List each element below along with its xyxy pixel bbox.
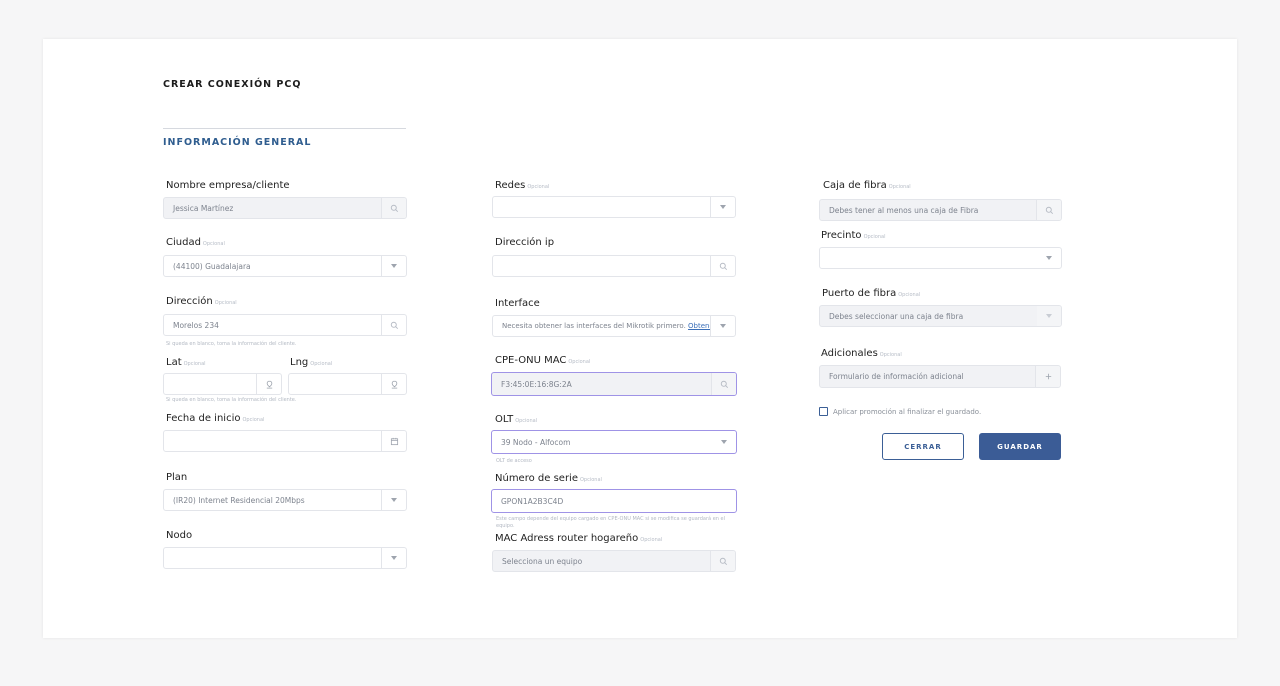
olt-value: 39 Nodo - Alfocom: [501, 437, 571, 447]
olt-help: OLT de acceso: [496, 458, 532, 464]
chevron-down-icon[interactable]: [712, 431, 736, 453]
direccion-label: Dirección Opcional: [166, 296, 237, 307]
section-divider: [163, 128, 406, 129]
search-icon[interactable]: [710, 256, 735, 276]
ip-label: Dirección ip: [495, 237, 555, 248]
direccion-field[interactable]: Morelos 234: [163, 314, 407, 336]
caja-placeholder: Debes tener al menos una caja de Fibra: [829, 205, 979, 215]
serie-label: Número de serie Opcional: [495, 473, 602, 484]
adicionales-field[interactable]: Formulario de información adicional: [819, 365, 1061, 388]
promo-checkbox-row[interactable]: Aplicar promoción al finalizar el guarda…: [819, 407, 981, 416]
plan-label: Plan: [166, 472, 188, 483]
search-icon[interactable]: [710, 551, 735, 571]
plan-value: (IR20) Internet Residencial 20Mbps: [173, 495, 305, 505]
coords-help: Si queda en blanco, toma la información …: [166, 397, 297, 403]
interface-select[interactable]: Necesita obtener las interfaces del Mikr…: [492, 315, 736, 337]
search-icon[interactable]: [381, 198, 406, 218]
ciudad-value: (44100) Guadalajara: [173, 261, 251, 271]
chevron-down-icon[interactable]: [381, 548, 406, 568]
puerto-placeholder: Debes seleccionar una caja de fibra: [829, 311, 964, 321]
calendar-icon[interactable]: [381, 431, 406, 451]
lat-input[interactable]: [163, 373, 282, 395]
fecha-inicio-input[interactable]: [163, 430, 407, 452]
redes-label: Redes Opcional: [495, 180, 550, 191]
caja-fibra-field[interactable]: Debes tener al menos una caja de Fibra: [819, 199, 1062, 221]
search-icon[interactable]: [711, 373, 736, 395]
chevron-down-icon[interactable]: [1037, 306, 1061, 326]
guardar-button[interactable]: GUARDAR: [979, 433, 1061, 460]
nodo-label: Nodo: [166, 530, 193, 541]
ip-input[interactable]: [492, 255, 736, 277]
lat-label: Lat Opcional: [166, 357, 206, 368]
chevron-down-icon[interactable]: [1037, 248, 1061, 268]
numero-serie-input[interactable]: GPON1A2B3C4D: [491, 489, 737, 513]
map-pin-icon[interactable]: [256, 374, 281, 394]
obtener-link[interactable]: Obtener: [688, 322, 710, 330]
chevron-down-icon[interactable]: [710, 316, 735, 336]
router-placeholder: Selecciona un equipo: [502, 556, 583, 566]
lng-input[interactable]: [288, 373, 407, 395]
adicionales-label: Adicionales Opcional: [821, 348, 902, 359]
chevron-down-icon[interactable]: [710, 197, 735, 217]
caja-label: Caja de fibra Opcional: [823, 180, 911, 191]
puerto-label: Puerto de fibra Opcional: [822, 288, 921, 299]
olt-label: OLT Opcional: [495, 414, 538, 425]
interface-message: Necesita obtener las interfaces del Mikr…: [493, 322, 710, 330]
precinto-select[interactable]: [819, 247, 1062, 269]
direccion-help: Si queda en blanco, toma la información …: [166, 341, 297, 347]
promo-label: Aplicar promoción al finalizar el guarda…: [833, 407, 982, 416]
mac-value: F3:45:0E:16:8G:2A: [501, 379, 572, 389]
puerto-fibra-select[interactable]: Debes seleccionar una caja de fibra: [819, 305, 1062, 327]
ciudad-select[interactable]: (44100) Guadalajara: [163, 255, 407, 277]
plus-icon[interactable]: [1035, 366, 1060, 387]
section-title: INFORMACIÓN GENERAL: [163, 137, 312, 148]
plan-select[interactable]: (IR20) Internet Residencial 20Mbps: [163, 489, 407, 511]
precinto-label: Precinto Opcional: [821, 230, 886, 241]
ciudad-label: Ciudad Opcional: [166, 237, 225, 248]
lng-label: Lng Opcional: [290, 357, 333, 368]
serie-help: Este campo depende del equipo cargado en…: [496, 516, 725, 529]
cerrar-button[interactable]: CERRAR: [882, 433, 964, 460]
fecha-label: Fecha de inicio Opcional: [166, 413, 265, 424]
router-label: MAC Adress router hogareño Opcional: [495, 533, 663, 544]
map-pin-icon[interactable]: [381, 374, 406, 394]
search-icon[interactable]: [1036, 200, 1061, 220]
direccion-value: Morelos 234: [173, 320, 219, 330]
redes-select[interactable]: [492, 196, 736, 218]
nodo-select[interactable]: [163, 547, 407, 569]
interface-label: Interface: [495, 298, 540, 309]
adicionales-placeholder: Formulario de información adicional: [829, 372, 964, 381]
nombre-cliente-field[interactable]: Jessica Martínez: [163, 197, 407, 219]
promo-checkbox[interactable]: [819, 407, 828, 416]
mac-label: CPE-ONU MAC Opcional: [495, 355, 591, 366]
chevron-down-icon[interactable]: [381, 490, 406, 510]
chevron-down-icon[interactable]: [381, 256, 406, 276]
olt-select[interactable]: 39 Nodo - Alfocom: [491, 430, 737, 454]
serie-value: GPON1A2B3C4D: [501, 496, 564, 506]
form-card: CREAR CONEXIÓN PCQ INFORMACIÓN GENERAL N…: [43, 39, 1237, 638]
mac-router-field[interactable]: Selecciona un equipo: [492, 550, 736, 572]
page-title: CREAR CONEXIÓN PCQ: [163, 79, 302, 90]
search-icon[interactable]: [381, 315, 406, 335]
nombre-cliente-value: Jessica Martínez: [173, 203, 234, 213]
cpe-onu-mac-field[interactable]: F3:45:0E:16:8G:2A: [491, 372, 737, 396]
nombre-label: Nombre empresa/cliente: [166, 180, 290, 191]
